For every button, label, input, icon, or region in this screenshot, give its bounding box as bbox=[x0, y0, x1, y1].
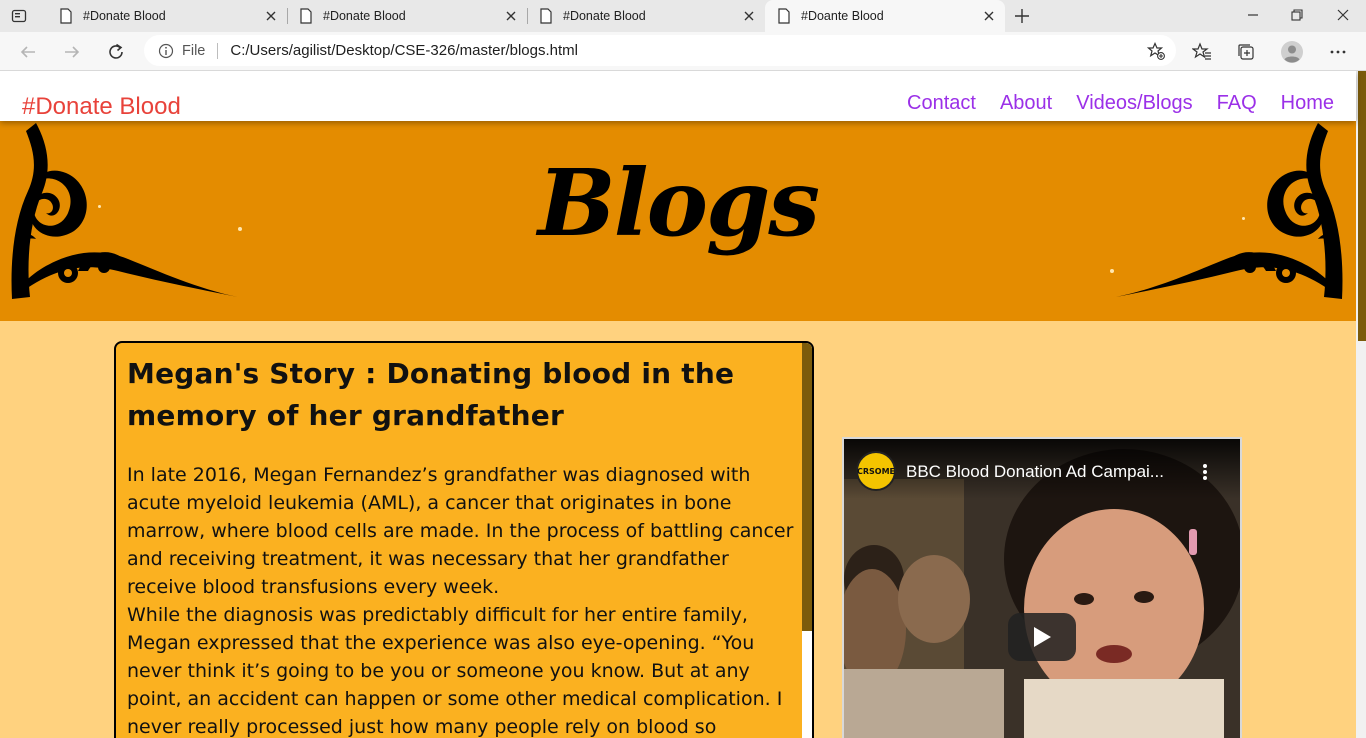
nav-about[interactable]: About bbox=[1000, 92, 1052, 115]
page-icon bbox=[299, 8, 313, 24]
close-icon[interactable] bbox=[501, 6, 521, 26]
corner-ornament-right bbox=[1116, 123, 1343, 299]
minimize-icon[interactable] bbox=[1238, 2, 1268, 28]
story-paragraph: While the diagnosis was predictably diff… bbox=[127, 604, 783, 738]
info-icon[interactable] bbox=[158, 43, 174, 59]
page-viewport: #Donate Blood Contact About Videos/Blogs… bbox=[0, 71, 1366, 738]
nav-home[interactable]: Home bbox=[1281, 92, 1334, 115]
blog-story-card: Megan's Story : Donating blood in the me… bbox=[114, 341, 814, 738]
url-scheme-label: File bbox=[182, 42, 206, 59]
card-scrollbar-thumb[interactable] bbox=[802, 343, 812, 631]
forward-arrow-icon[interactable] bbox=[58, 38, 86, 66]
site-header: #Donate Blood Contact About Videos/Blogs… bbox=[0, 71, 1356, 121]
brand-logo-link[interactable]: #Donate Blood bbox=[22, 93, 181, 121]
story-title: Megan's Story : Donating blood in the me… bbox=[127, 357, 735, 432]
new-tab-plus-icon[interactable] bbox=[1010, 4, 1034, 28]
story-body: In late 2016, Megan Fernandez’s grandfat… bbox=[127, 461, 797, 738]
tab-title: #Donate Blood bbox=[83, 9, 166, 23]
favorites-icon[interactable] bbox=[1190, 40, 1214, 64]
card-scrollbar[interactable] bbox=[802, 343, 812, 738]
tab-title: #Doante Blood bbox=[801, 9, 884, 23]
address-bar[interactable]: File C:/Users/agilist/Desktop/CSE-326/ma… bbox=[144, 35, 1176, 66]
sparkle bbox=[1110, 269, 1114, 273]
collections-icon[interactable] bbox=[1234, 40, 1258, 64]
nav-videos-blogs[interactable]: Videos/Blogs bbox=[1076, 92, 1192, 115]
close-icon[interactable] bbox=[739, 6, 759, 26]
refresh-icon[interactable] bbox=[102, 38, 130, 66]
restore-icon[interactable] bbox=[1282, 2, 1312, 28]
main-nav: Contact About Videos/Blogs FAQ Home bbox=[907, 92, 1334, 115]
more-menu-icon[interactable] bbox=[1326, 40, 1350, 64]
url-divider bbox=[217, 42, 219, 59]
add-favorite-star-icon[interactable] bbox=[1146, 41, 1166, 61]
tab-title: #Donate Blood bbox=[323, 9, 406, 23]
page-scrollbar[interactable] bbox=[1356, 71, 1366, 738]
browser-tab[interactable]: #Donate Blood bbox=[287, 0, 528, 32]
browser-tab[interactable]: #Donate Blood bbox=[47, 0, 288, 32]
browser-tab[interactable]: #Donate Blood bbox=[527, 0, 766, 32]
page-icon bbox=[59, 8, 73, 24]
browser-tab-strip: #Donate Blood #Donate Blood #Donate Bloo… bbox=[0, 0, 1366, 32]
back-arrow-icon[interactable] bbox=[14, 38, 42, 66]
window-close-icon[interactable] bbox=[1328, 2, 1358, 28]
page-icon bbox=[539, 8, 553, 24]
tab-actions-icon[interactable] bbox=[8, 6, 30, 26]
browser-toolbar: File C:/Users/agilist/Desktop/CSE-326/ma… bbox=[0, 32, 1366, 71]
page-icon bbox=[777, 8, 791, 24]
play-button-icon[interactable] bbox=[1008, 613, 1076, 661]
youtube-video-embed[interactable]: CRSOME BBC Blood Donation Ad Campai... bbox=[842, 437, 1242, 738]
video-title[interactable]: BBC Blood Donation Ad Campai... bbox=[906, 462, 1164, 482]
channel-logo[interactable]: CRSOME bbox=[856, 451, 896, 491]
close-icon[interactable] bbox=[261, 6, 281, 26]
close-icon[interactable] bbox=[979, 6, 999, 26]
page-scrollbar-thumb[interactable] bbox=[1358, 71, 1366, 341]
nav-contact[interactable]: Contact bbox=[907, 92, 976, 115]
nav-faq[interactable]: FAQ bbox=[1217, 92, 1257, 115]
story-content: Megan's Story : Donating blood in the me… bbox=[116, 343, 802, 738]
tab-title: #Donate Blood bbox=[563, 9, 646, 23]
profile-avatar-icon[interactable] bbox=[1280, 40, 1304, 64]
video-more-icon[interactable] bbox=[1198, 461, 1212, 483]
sparkle bbox=[1242, 217, 1245, 220]
browser-tab-active[interactable]: #Doante Blood bbox=[765, 0, 1005, 32]
url-text[interactable]: C:/Users/agilist/Desktop/CSE-326/master/… bbox=[230, 42, 578, 59]
story-paragraph: In late 2016, Megan Fernandez’s grandfat… bbox=[127, 464, 794, 598]
blogs-banner: Blogs bbox=[0, 121, 1356, 321]
